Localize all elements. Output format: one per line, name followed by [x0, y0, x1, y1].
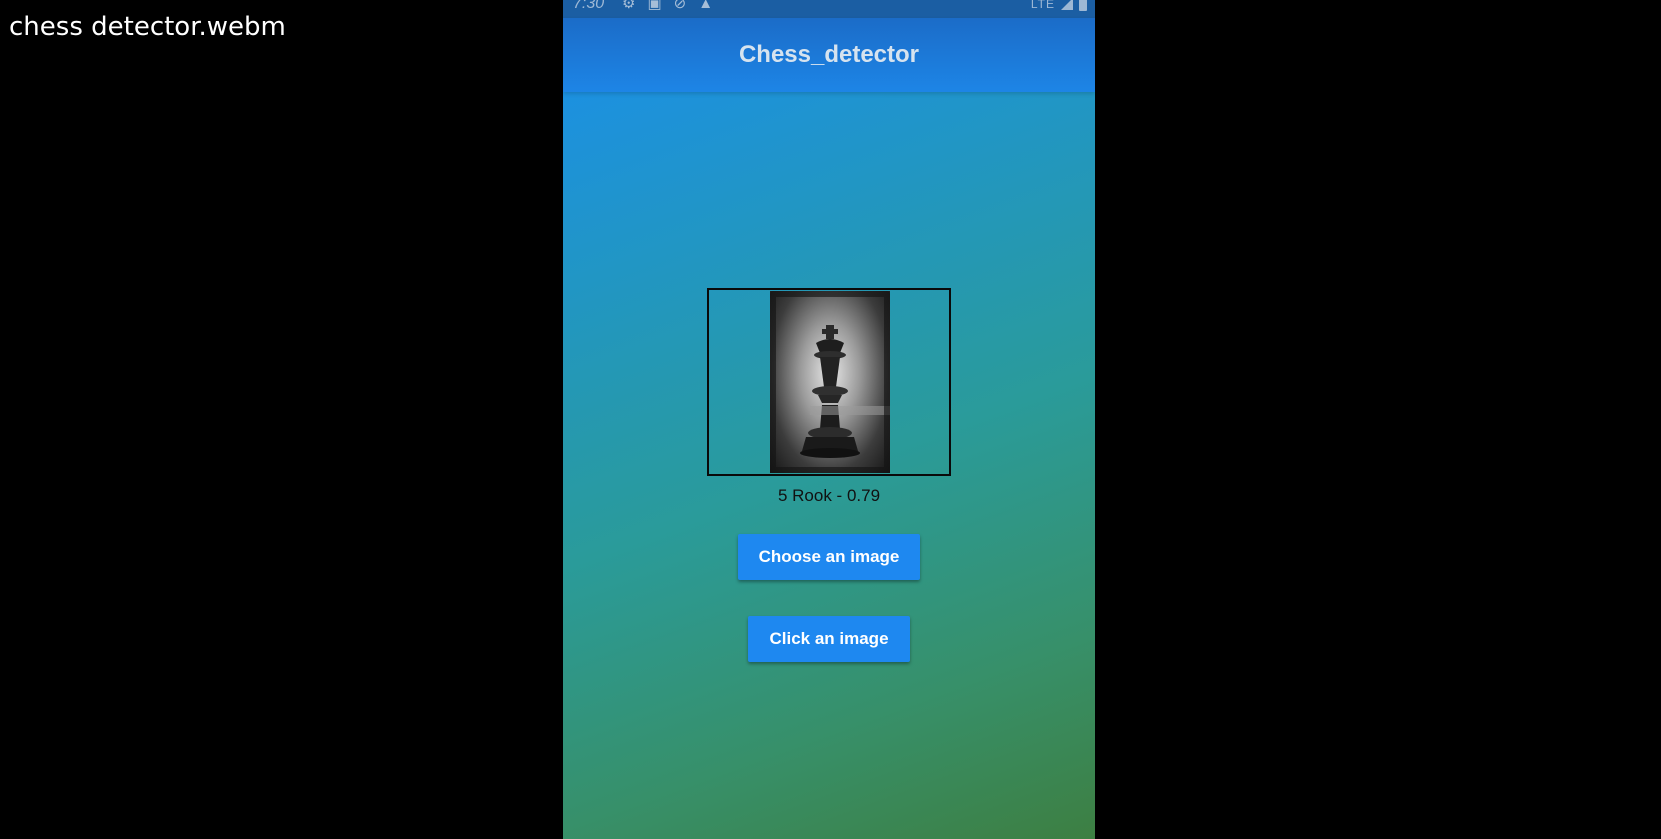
status-bar: 7:30 ⚙ ▣ ⊘ ▲ LTE [563, 0, 1095, 18]
app-bar: Chess_detector [563, 18, 1095, 92]
prediction-result: 5 Rook - 0.79 [777, 486, 881, 505]
warning-icon: ▲ [698, 0, 714, 12]
image-icon: ▣ [647, 0, 662, 12]
status-icons: ⚙ ▣ ⊘ ▲ [622, 0, 713, 12]
status-indicators: LTE [1031, 0, 1087, 12]
signal-icon [1061, 0, 1073, 10]
app-title: Chess_detector [738, 41, 920, 68]
photo-border [770, 291, 890, 473]
chess-piece-image [770, 291, 890, 473]
status-time: 7:30 [573, 0, 605, 12]
battery-icon [1079, 0, 1087, 11]
phone-screen: 7:30 ⚙ ▣ ⊘ ▲ LTE Chess_detector 5 Rook -… [563, 0, 1095, 839]
network-type-label: LTE [1030, 0, 1055, 11]
gear-icon: ⚙ [622, 0, 636, 12]
choose-image-button[interactable]: Choose an image [738, 534, 920, 580]
sync-off-icon: ⊘ [673, 0, 687, 12]
video-file-title: chess detector.webm [9, 12, 286, 42]
selected-image-frame [707, 288, 951, 476]
click-image-button[interactable]: Click an image [748, 616, 910, 662]
